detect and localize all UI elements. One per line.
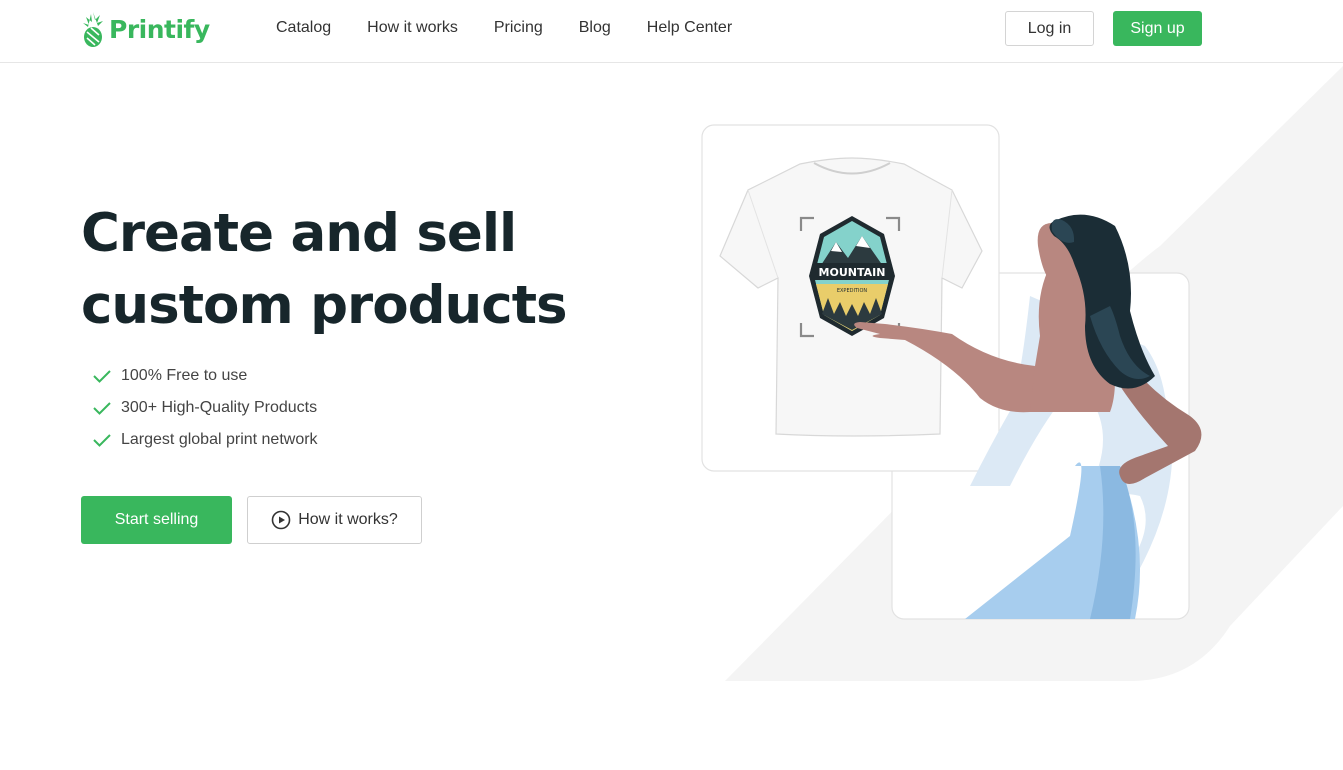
site-header: Printify Catalog How it works Pricing Bl… [0, 0, 1343, 63]
check-icon [93, 370, 111, 383]
check-icon [93, 434, 111, 447]
mountain-badge: MOUNTAIN EXPEDITION [809, 216, 895, 336]
check-icon [93, 402, 111, 415]
nav-item-catalog[interactable]: Catalog [276, 18, 331, 38]
feature-item: Largest global print network [92, 424, 318, 456]
signup-button[interactable]: Sign up [1113, 11, 1202, 46]
badge-subtext: EXPEDITION [837, 288, 868, 294]
main-nav: Catalog How it works Pricing Blog Help C… [276, 18, 768, 38]
logo-wordmark: Printify [109, 14, 210, 44]
nav-item-how-it-works[interactable]: How it works [367, 18, 458, 38]
feature-label: 100% Free to use [121, 367, 248, 384]
feature-item: 100% Free to use [92, 360, 318, 392]
hero-illustration: MOUNTAIN EXPEDITION [701, 66, 1343, 681]
feature-label: Largest global print network [121, 431, 318, 448]
hero-title: Create and sell custom products [81, 198, 568, 342]
pineapple-logo-icon [83, 12, 103, 47]
nav-item-blog[interactable]: Blog [579, 18, 611, 38]
play-icon [271, 510, 291, 530]
nav-item-pricing[interactable]: Pricing [494, 18, 543, 38]
feature-label: 300+ High-Quality Products [121, 399, 318, 416]
feature-list: 100% Free to use 300+ High-Quality Produ… [92, 360, 318, 456]
how-it-works-button[interactable]: How it works? [247, 496, 422, 544]
printify-logo[interactable]: Printify [81, 10, 210, 48]
feature-item: 300+ High-Quality Products [92, 392, 318, 424]
nav-item-help-center[interactable]: Help Center [647, 18, 732, 38]
start-selling-button[interactable]: Start selling [81, 496, 232, 544]
hero-title-line-1: Create and sell [81, 203, 517, 264]
login-button[interactable]: Log in [1005, 11, 1094, 46]
how-it-works-label: How it works? [298, 511, 398, 528]
badge-text: MOUNTAIN [819, 266, 886, 279]
hero-title-line-2: custom products [81, 275, 568, 336]
